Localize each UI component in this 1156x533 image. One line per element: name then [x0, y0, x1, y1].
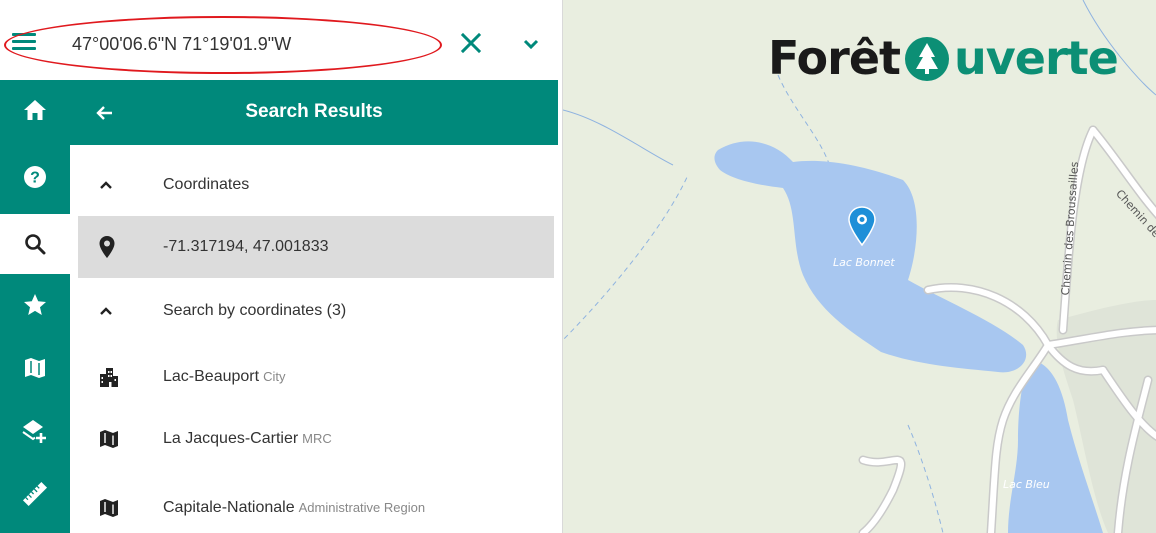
place-type: City [263, 369, 286, 384]
foret-ouverte-logo: Forêt uverte [768, 28, 1119, 88]
search-results-panel: Search Results Coordinates -71.317194, 4… [70, 80, 562, 533]
menu-icon[interactable] [12, 33, 36, 51]
left-panel: ? [0, 0, 563, 533]
stream [563, 174, 689, 341]
rail-item-add-layer[interactable] [0, 401, 70, 461]
add-layer-icon [22, 420, 46, 443]
place-type: MRC [302, 431, 332, 446]
results-title: Search Results [245, 101, 383, 122]
place-name: Lac-Beauport [163, 368, 260, 385]
coordinate-result[interactable]: -71.317194, 47.001833 [78, 216, 554, 278]
map-icon [100, 430, 118, 448]
place-name: Capitale-Nationale [163, 499, 295, 516]
stream [907, 424, 944, 533]
place-name: La Jacques-Cartier [163, 430, 299, 447]
chevron-down-icon [523, 39, 539, 50]
location-pin-icon [99, 236, 115, 258]
map-view[interactable]: Forêt uverte Lac Bonnet Lac Bleu Chemin … [563, 0, 1156, 533]
logo-text-right: uverte [954, 31, 1119, 85]
expand-button[interactable] [517, 30, 545, 58]
icon-rail: ? [0, 80, 70, 533]
rail-item-measure[interactable] [0, 464, 70, 524]
help-icon: ? [24, 166, 46, 188]
map-icon [100, 499, 118, 517]
search-input[interactable] [66, 26, 448, 62]
results-header: Search Results [70, 80, 558, 145]
home-icon [24, 100, 46, 120]
clear-search-button[interactable] [458, 27, 486, 59]
ruler-icon [22, 481, 48, 507]
logo-text-left: Forêt [768, 31, 901, 85]
chevron-up-icon [100, 181, 112, 189]
result-label: Capitale-Nationale Administrative Region [163, 499, 425, 517]
app-page: ? [0, 0, 1156, 533]
city-icon [100, 368, 118, 387]
search-bar [0, 0, 562, 78]
result-la-jacques-cartier[interactable]: La Jacques-Cartier MRC [70, 408, 558, 470]
map-icon [25, 358, 45, 378]
tree-logo-icon [905, 37, 950, 81]
label-lac-bleu: Lac Bleu [1003, 478, 1050, 491]
rail-item-help[interactable]: ? [0, 147, 70, 207]
result-lac-beauport[interactable]: Lac-Beauport City [70, 346, 558, 408]
group-label: Coordinates [163, 176, 250, 193]
chevron-up-icon [100, 307, 112, 315]
coordinate-value: -71.317194, 47.001833 [163, 238, 329, 255]
group-coordinates-header[interactable]: Coordinates [70, 154, 558, 216]
group-search-by-coordinates-header[interactable]: Search by coordinates (3) [70, 280, 558, 342]
close-icon [460, 32, 482, 54]
result-label: La Jacques-Cartier MRC [163, 430, 332, 448]
svg-text:?: ? [30, 170, 40, 187]
star-icon [24, 294, 46, 315]
group-label: Search by coordinates (3) [163, 302, 347, 319]
result-capitale-nationale[interactable]: Capitale-Nationale Administrative Region [70, 477, 558, 533]
rail-item-home[interactable] [0, 80, 70, 140]
rail-item-maps[interactable] [0, 338, 70, 398]
place-type: Administrative Region [298, 500, 426, 515]
rail-item-favorites[interactable] [0, 275, 70, 335]
rail-item-search[interactable] [0, 214, 70, 274]
location-marker-icon[interactable] [847, 206, 877, 246]
result-label: Lac-Beauport City [163, 368, 285, 386]
stream [563, 109, 674, 166]
search-icon [25, 234, 46, 255]
label-lac-bonnet: Lac Bonnet [833, 256, 895, 269]
